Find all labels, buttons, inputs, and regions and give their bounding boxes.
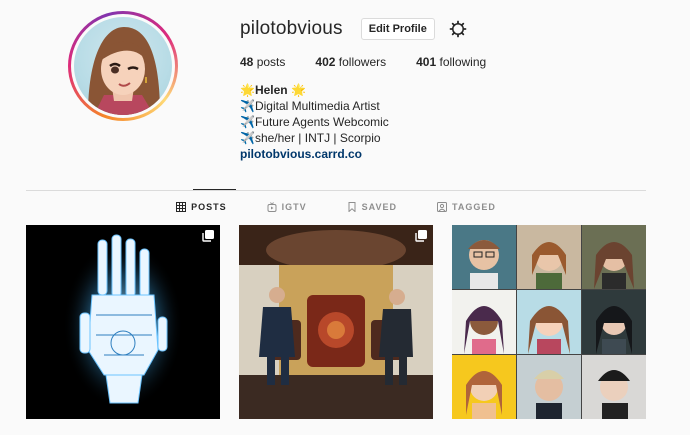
post-tile[interactable] — [239, 225, 433, 419]
posts-count: 48 — [240, 55, 254, 69]
username: pilotobvious — [240, 18, 343, 39]
following-count: 401 — [416, 55, 437, 69]
tab-tagged[interactable]: TAGGED — [437, 202, 496, 212]
followers-stat[interactable]: 402 followers — [315, 55, 386, 69]
tab-saved-label: SAVED — [361, 202, 398, 212]
tab-posts-label: POSTS — [191, 202, 227, 212]
igtv-icon — [267, 202, 277, 212]
tabs-divider — [26, 190, 646, 191]
multiple-posts-icon — [202, 230, 214, 242]
grid-icon — [176, 202, 187, 212]
edit-profile-button[interactable]: Edit Profile — [360, 18, 435, 40]
bio-link[interactable]: pilotobvious.carrd.co — [240, 146, 389, 162]
profile-tabs: POSTS IGTV SAVED TAGGED — [26, 202, 646, 212]
followers-label: followers — [338, 55, 387, 69]
avatar-illustration — [88, 27, 160, 115]
post-image-robot-hand — [63, 234, 183, 410]
profile-stats: 48 posts 402 followers 401 following — [240, 55, 516, 69]
post-image-two-men — [239, 225, 433, 419]
bio-line-1: ✈️Digital Multimedia Artist — [240, 99, 380, 113]
bookmark-icon — [348, 202, 356, 212]
tab-posts[interactable]: POSTS — [176, 202, 227, 212]
posts-stat: 48 posts — [240, 55, 285, 69]
bio-line-2: ✈️Future Agents Webcomic — [240, 115, 389, 129]
display-name: 🌟Helen 🌟 — [240, 83, 306, 97]
active-tab-indicator — [193, 189, 236, 190]
post-tile[interactable] — [452, 225, 646, 419]
profile-header: pilotobvious Edit Profile — [240, 18, 467, 40]
tab-tagged-label: TAGGED — [452, 202, 496, 212]
profile-avatar[interactable] — [68, 11, 178, 121]
post-image-portrait-grid — [452, 225, 646, 419]
multiple-posts-icon — [415, 230, 427, 242]
avatar-inner-ring — [71, 14, 175, 118]
post-tile[interactable] — [26, 225, 220, 419]
avatar-image — [74, 17, 172, 115]
tagged-icon — [437, 202, 448, 212]
profile-bio: 🌟Helen 🌟 ✈️Digital Multimedia Artist ✈️F… — [240, 82, 389, 162]
bio-line-3: ✈️she/her | INTJ | Scorpio — [240, 131, 381, 145]
tab-saved[interactable]: SAVED — [347, 202, 397, 212]
following-stat[interactable]: 401 following — [416, 55, 486, 69]
gear-icon[interactable] — [449, 20, 467, 38]
followers-count: 402 — [315, 55, 336, 69]
following-label: following — [439, 55, 487, 69]
tab-igtv-label: IGTV — [281, 202, 307, 212]
posts-label: posts — [256, 55, 286, 69]
tab-igtv[interactable]: IGTV — [267, 202, 307, 212]
